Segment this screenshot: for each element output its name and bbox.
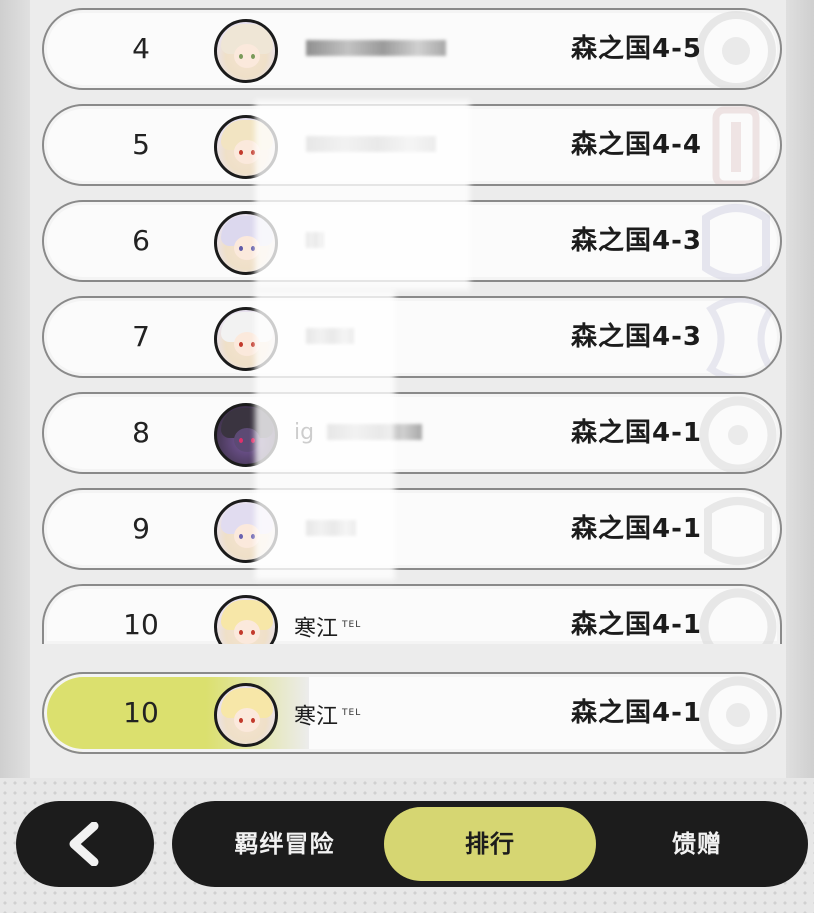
rank-number: 9	[132, 512, 150, 545]
rank-number: 6	[132, 224, 150, 257]
leaderboard-row[interactable]: 7 森之国4-3	[42, 296, 782, 378]
player-name: 寒江 TEL	[294, 586, 361, 644]
leaderboard-row[interactable]: 10 寒江 TEL 森之国4-1	[42, 584, 782, 644]
tab-gift[interactable]: 馈赠	[612, 801, 782, 887]
stage-progress: 森之国4-3	[571, 226, 702, 256]
player-avatar[interactable]	[214, 683, 278, 747]
back-button[interactable]	[16, 801, 154, 887]
leaderboard-row[interactable]: 9 森之国4-1	[42, 488, 782, 570]
stage-progress: 森之国4-1	[571, 514, 702, 544]
my-rank-row[interactable]: 10 寒江 TEL 森之国4-1	[42, 672, 782, 754]
stage-progress: 森之国4-5	[571, 34, 702, 64]
rank-number: 10	[123, 696, 159, 729]
rank-number: 7	[132, 320, 150, 353]
privacy-mosaic	[255, 100, 470, 290]
player-avatar[interactable]	[214, 595, 278, 644]
leaderboard-row[interactable]: 8 ig 森之国4-1	[42, 392, 782, 474]
stage-progress: 森之国4-3	[571, 322, 702, 352]
privacy-mosaic	[255, 290, 395, 580]
title-badge: TEL	[342, 620, 362, 630]
stage-progress: 森之国4-1	[571, 610, 702, 640]
leaderboard-list[interactable]: 4 森之国4-5 5 森之国4-4 6 森之国4-3 7 森之国4-3 8 森之…	[30, 0, 786, 790]
rank-number: 5	[132, 128, 150, 161]
stage-progress: 森之国4-1	[571, 698, 702, 728]
stage-progress: 森之国4-1	[571, 418, 702, 448]
censored-name	[306, 40, 446, 56]
chevron-left-icon	[69, 822, 99, 866]
rank-number: 8	[132, 416, 150, 449]
player-name: 寒江 TEL	[294, 674, 361, 752]
tab-ranking[interactable]: 排行	[384, 807, 596, 881]
rank-number: 10	[123, 608, 159, 641]
tab-bond-adventure[interactable]: 羁绊冒险	[192, 801, 377, 887]
leaderboard-row[interactable]: 4 森之国4-5	[42, 8, 782, 90]
player-avatar[interactable]	[214, 19, 278, 83]
stage-progress: 森之国4-4	[571, 130, 702, 160]
rank-number: 4	[132, 32, 150, 65]
title-badge: TEL	[342, 708, 362, 718]
tab-bar: 羁绊冒险 排行 馈赠	[172, 801, 808, 887]
